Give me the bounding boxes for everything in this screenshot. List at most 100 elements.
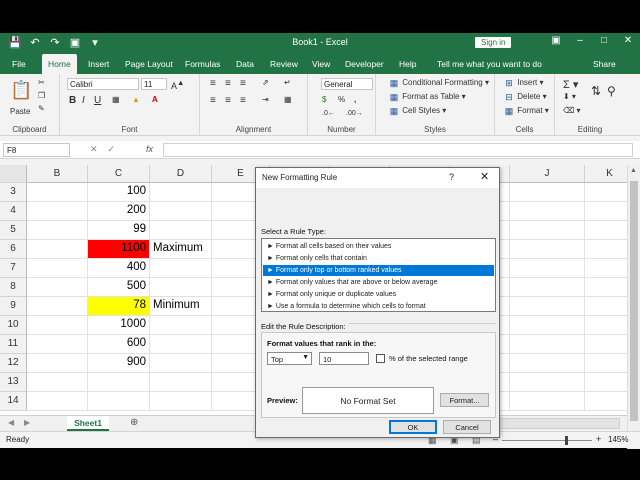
format-cells-button[interactable]: ▦ Format ▾: [503, 106, 549, 116]
middle-align-icon[interactable]: ≡: [225, 78, 231, 89]
bold-icon[interactable]: B: [69, 95, 76, 106]
cell-d[interactable]: [150, 335, 212, 354]
tab-help[interactable]: Help: [399, 59, 416, 69]
dialog-help-button[interactable]: ?: [449, 172, 454, 182]
cell[interactable]: [27, 297, 88, 316]
paste-label[interactable]: Paste: [10, 107, 30, 116]
cell[interactable]: [585, 373, 627, 392]
cancel-button[interactable]: Cancel: [443, 420, 491, 434]
zoom-in-icon[interactable]: +: [596, 434, 601, 444]
cell-c[interactable]: 78: [88, 297, 150, 316]
cell[interactable]: [585, 240, 627, 259]
row-header[interactable]: 10: [0, 316, 27, 335]
italic-icon[interactable]: I: [82, 95, 85, 106]
cell[interactable]: [510, 354, 585, 373]
format-button[interactable]: Format...: [440, 393, 489, 407]
tab-data[interactable]: Data: [236, 59, 254, 69]
wrap-text-icon[interactable]: ↵: [284, 78, 291, 87]
autosum-icon[interactable]: Σ ▾: [563, 78, 578, 91]
column-header[interactable]: D: [150, 165, 212, 183]
rule-type-item[interactable]: ► Format only cells that contain: [263, 253, 494, 264]
cell-c[interactable]: 900: [88, 354, 150, 373]
align-left-icon[interactable]: ≡: [210, 95, 216, 106]
cell[interactable]: [510, 392, 585, 411]
cell[interactable]: [27, 392, 88, 411]
row-header[interactable]: 3: [0, 183, 27, 202]
cell[interactable]: [585, 278, 627, 297]
zoom-slider-thumb[interactable]: [565, 436, 568, 445]
cell[interactable]: [27, 221, 88, 240]
row-header[interactable]: 12: [0, 354, 27, 373]
percent-checkbox[interactable]: [376, 354, 385, 363]
row-header[interactable]: 9: [0, 297, 27, 316]
format-painter-icon[interactable]: ✎: [38, 104, 45, 113]
font-name-combo[interactable]: Calibri: [67, 78, 139, 90]
clear-icon[interactable]: ⌫ ▾: [563, 106, 581, 115]
rule-type-item[interactable]: ► Format only values that are above or b…: [263, 277, 494, 288]
cell[interactable]: [27, 316, 88, 335]
tab-file[interactable]: File: [12, 59, 26, 69]
fill-color-icon[interactable]: ▲: [132, 95, 140, 104]
cell-c[interactable]: 400: [88, 259, 150, 278]
scroll-thumb[interactable]: [630, 181, 638, 421]
cell-c[interactable]: [88, 392, 150, 411]
percent-icon[interactable]: %: [338, 95, 345, 104]
cell[interactable]: [585, 354, 627, 373]
tab-developer[interactable]: Developer: [345, 59, 384, 69]
cell-c[interactable]: 100: [88, 183, 150, 202]
cell[interactable]: [27, 335, 88, 354]
insert-function-button[interactable]: fx: [146, 144, 153, 154]
cell[interactable]: [510, 316, 585, 335]
cell[interactable]: [585, 335, 627, 354]
insert-cells-button[interactable]: ⊞ Insert ▾: [503, 78, 543, 88]
cell-d[interactable]: [150, 373, 212, 392]
align-right-icon[interactable]: ≡: [240, 95, 246, 106]
formula-input[interactable]: [163, 143, 633, 157]
font-color-icon[interactable]: A: [152, 95, 158, 104]
sheet-tab-sheet1[interactable]: Sheet1: [67, 416, 109, 431]
borders-icon[interactable]: ▦: [112, 95, 120, 104]
font-size-combo[interactable]: 11: [141, 78, 167, 90]
cell[interactable]: [510, 297, 585, 316]
cell-d[interactable]: [150, 316, 212, 335]
cell-c[interactable]: 1000: [88, 316, 150, 335]
top-align-icon[interactable]: ≡: [210, 78, 216, 89]
sheet-nav-prev-icon[interactable]: ◀: [8, 418, 14, 427]
sign-in-button[interactable]: Sign in: [475, 37, 512, 48]
indent-icon[interactable]: ⇥: [262, 95, 269, 104]
fill-icon[interactable]: ⬇ ▾: [563, 92, 576, 101]
cell[interactable]: [27, 259, 88, 278]
column-header[interactable]: K: [585, 165, 627, 183]
dialog-close-icon[interactable]: ✕: [480, 170, 489, 183]
cell[interactable]: [27, 183, 88, 202]
row-header[interactable]: 5: [0, 221, 27, 240]
ribbon-display-icon[interactable]: ▣: [544, 35, 568, 46]
select-all-corner[interactable]: [0, 165, 27, 183]
cell-d[interactable]: [150, 354, 212, 373]
row-header[interactable]: 14: [0, 392, 27, 411]
ok-button[interactable]: OK: [389, 420, 437, 434]
row-header[interactable]: 11: [0, 335, 27, 354]
tab-home[interactable]: Home: [42, 54, 77, 74]
increase-decimal-icon[interactable]: .0←: [322, 110, 335, 117]
cell-c[interactable]: 1100: [88, 240, 150, 259]
cell-c[interactable]: [88, 373, 150, 392]
find-select-icon[interactable]: ⚲: [607, 84, 616, 98]
row-header[interactable]: 6: [0, 240, 27, 259]
cell[interactable]: [510, 335, 585, 354]
tab-review[interactable]: Review: [270, 59, 298, 69]
column-header[interactable]: B: [27, 165, 88, 183]
column-header[interactable]: C: [88, 165, 150, 183]
column-header[interactable]: J: [510, 165, 585, 183]
cell-d[interactable]: [150, 202, 212, 221]
cell-d[interactable]: [150, 221, 212, 240]
cell[interactable]: [27, 354, 88, 373]
cell[interactable]: [510, 259, 585, 278]
cell-styles-button[interactable]: ▦ Cell Styles ▾: [388, 106, 447, 116]
comma-icon[interactable]: ,: [354, 95, 356, 104]
cell-c[interactable]: 99: [88, 221, 150, 240]
rank-type-select[interactable]: Top ▼: [267, 352, 312, 365]
cell[interactable]: [510, 183, 585, 202]
tab-formulas[interactable]: Formulas: [185, 59, 220, 69]
confirm-entry-icon[interactable]: ✓: [108, 144, 126, 154]
